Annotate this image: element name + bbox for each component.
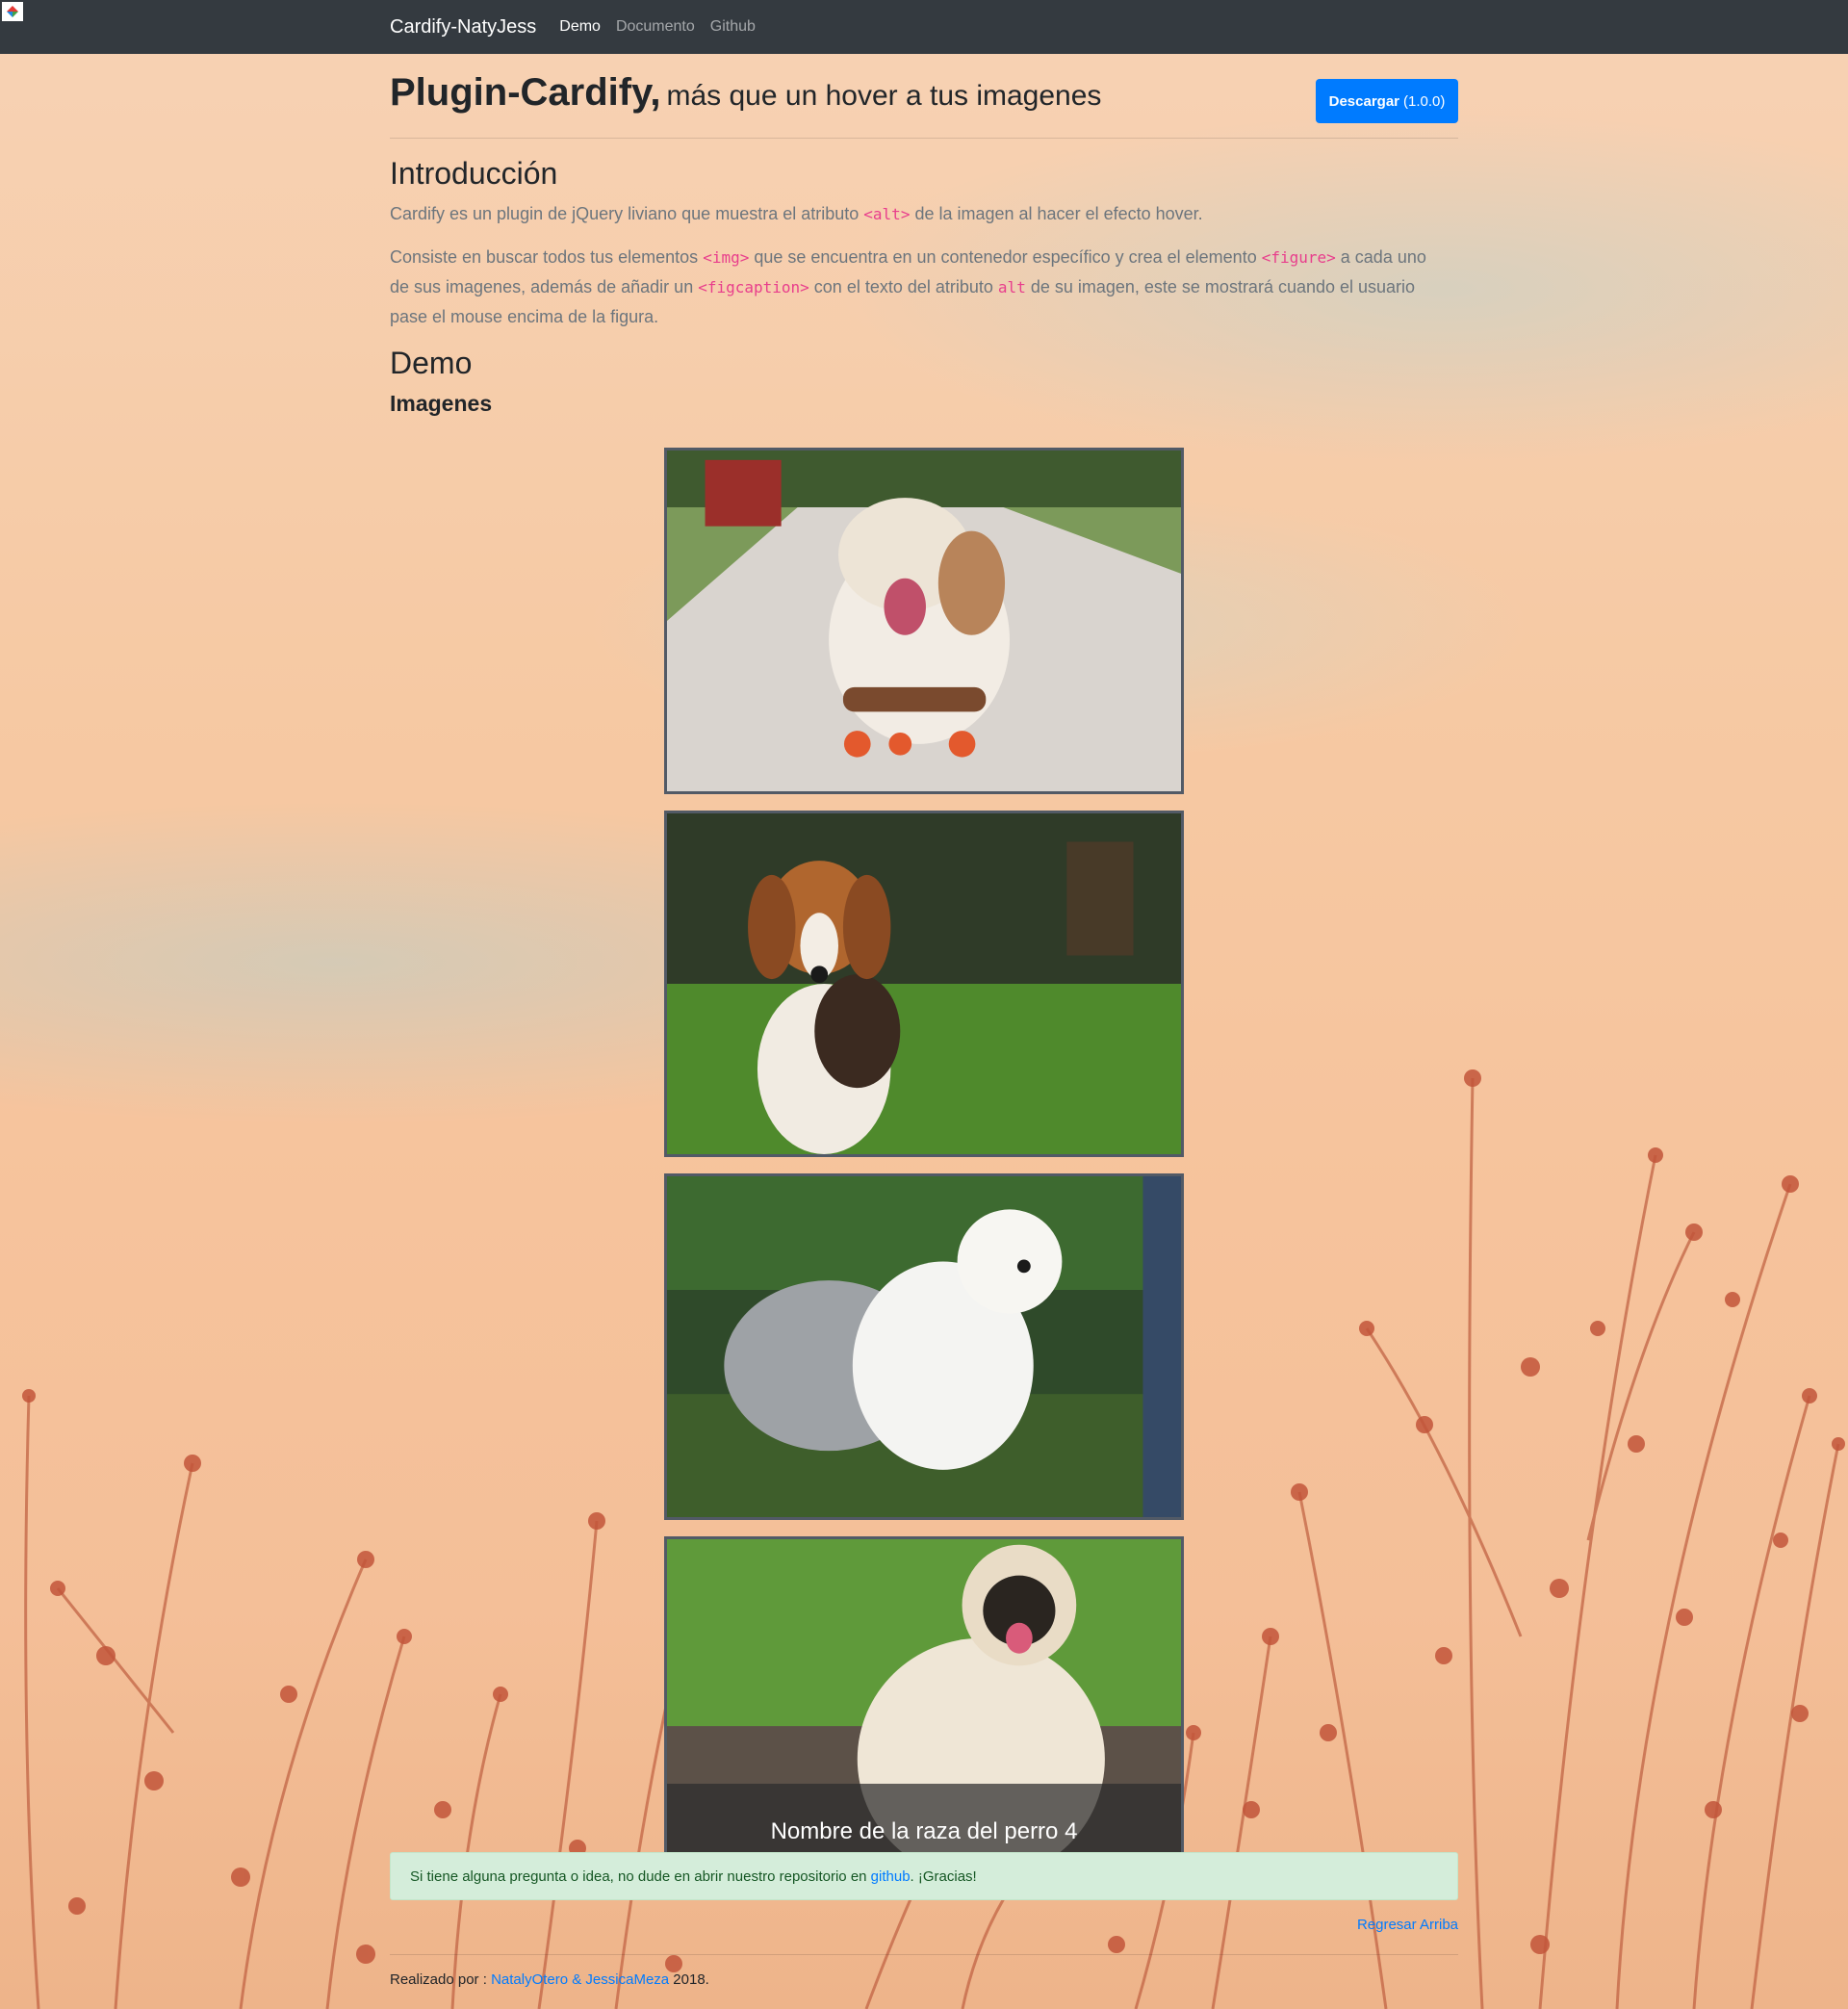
demo-heading: Demo — [390, 346, 473, 380]
intro-text: Cardify es un plugin de jQuery liviano q… — [390, 204, 864, 223]
page-header: Plugin-Cardify, más que un hover a tus im… — [390, 54, 1458, 139]
footer-year: 2018. — [669, 1971, 709, 1988]
dog-gallery: Nombre de la raza del perro 4 — [664, 448, 1184, 1899]
footer: Realizado por : NatalyOtero & JessicaMez… — [390, 1971, 709, 1988]
navbar-brand[interactable]: Cardify-NatyJess — [390, 16, 536, 39]
back-to-top-link[interactable]: Regresar Arriba — [1357, 1917, 1458, 1933]
download-label: Descargar — [1328, 92, 1400, 110]
images-subheading: Imagenes — [390, 391, 493, 416]
download-version: (1.0.0) — [1403, 92, 1446, 110]
nav-link-github[interactable]: Github — [710, 18, 756, 36]
alert-github-link[interactable]: github — [871, 1868, 911, 1885]
intro-heading: Introducción — [390, 156, 558, 191]
dog-card-4[interactable]: Nombre de la raza del perro 4 — [664, 1536, 1184, 1883]
footer-text: Realizado por : — [390, 1971, 492, 1988]
dog-card-1[interactable] — [664, 448, 1184, 794]
main-container: Plugin-Cardify, más que un hover a tus im… — [390, 54, 1458, 416]
intro-paragraph-1: Cardify es un plugin de jQuery liviano q… — [390, 199, 1439, 229]
page-title: Plugin-Cardify, más que un hover a tus im… — [390, 71, 1101, 115]
intro-text: con el texto del atributo — [808, 277, 998, 296]
intro-paragraph-2: Consiste en buscar todos tus elementos <… — [390, 243, 1439, 331]
beagle-image — [667, 813, 1181, 1154]
top-navbar: Cardify-NatyJess Demo Documento Github — [0, 0, 1848, 54]
code-figure: <figure> — [1261, 248, 1336, 267]
footer-divider — [390, 1954, 1458, 1955]
nav-link-demo[interactable]: Demo — [559, 18, 601, 36]
code-alt-attr: alt — [997, 278, 1026, 296]
alert-text-end: . ¡Gracias! — [910, 1867, 977, 1885]
footer-authors-link[interactable]: NatalyOtero & JessicaMeza — [491, 1971, 669, 1988]
page-title-main: Plugin-Cardify, — [390, 71, 661, 114]
dog-card-3[interactable] — [664, 1173, 1184, 1520]
intro-text: Consiste en buscar todos tus elementos — [390, 247, 704, 267]
favicon-icon — [2, 2, 23, 21]
sheepdog-image — [667, 1176, 1181, 1517]
info-alert: Si tiene alguna pregunta o idea, no dude… — [390, 1852, 1458, 1900]
alert-text: Si tiene alguna pregunta o idea, no dude… — [410, 1867, 867, 1885]
dog-card-2[interactable] — [664, 811, 1184, 1157]
page-subtitle: más que un hover a tus imagenes — [666, 80, 1102, 112]
intro-text: que se encuentra en un contenedor especí… — [749, 247, 1262, 267]
code-img: <img> — [703, 248, 750, 267]
bulldog-skateboard-image — [667, 451, 1181, 791]
code-figcaption: <figcaption> — [698, 278, 809, 296]
download-button[interactable]: Descargar (1.0.0) — [1316, 79, 1458, 123]
nav-link-documento[interactable]: Documento — [616, 18, 695, 36]
intro-text: de la imagen al hacer el efecto hover. — [910, 204, 1203, 223]
code-alt: <alt> — [863, 205, 911, 223]
